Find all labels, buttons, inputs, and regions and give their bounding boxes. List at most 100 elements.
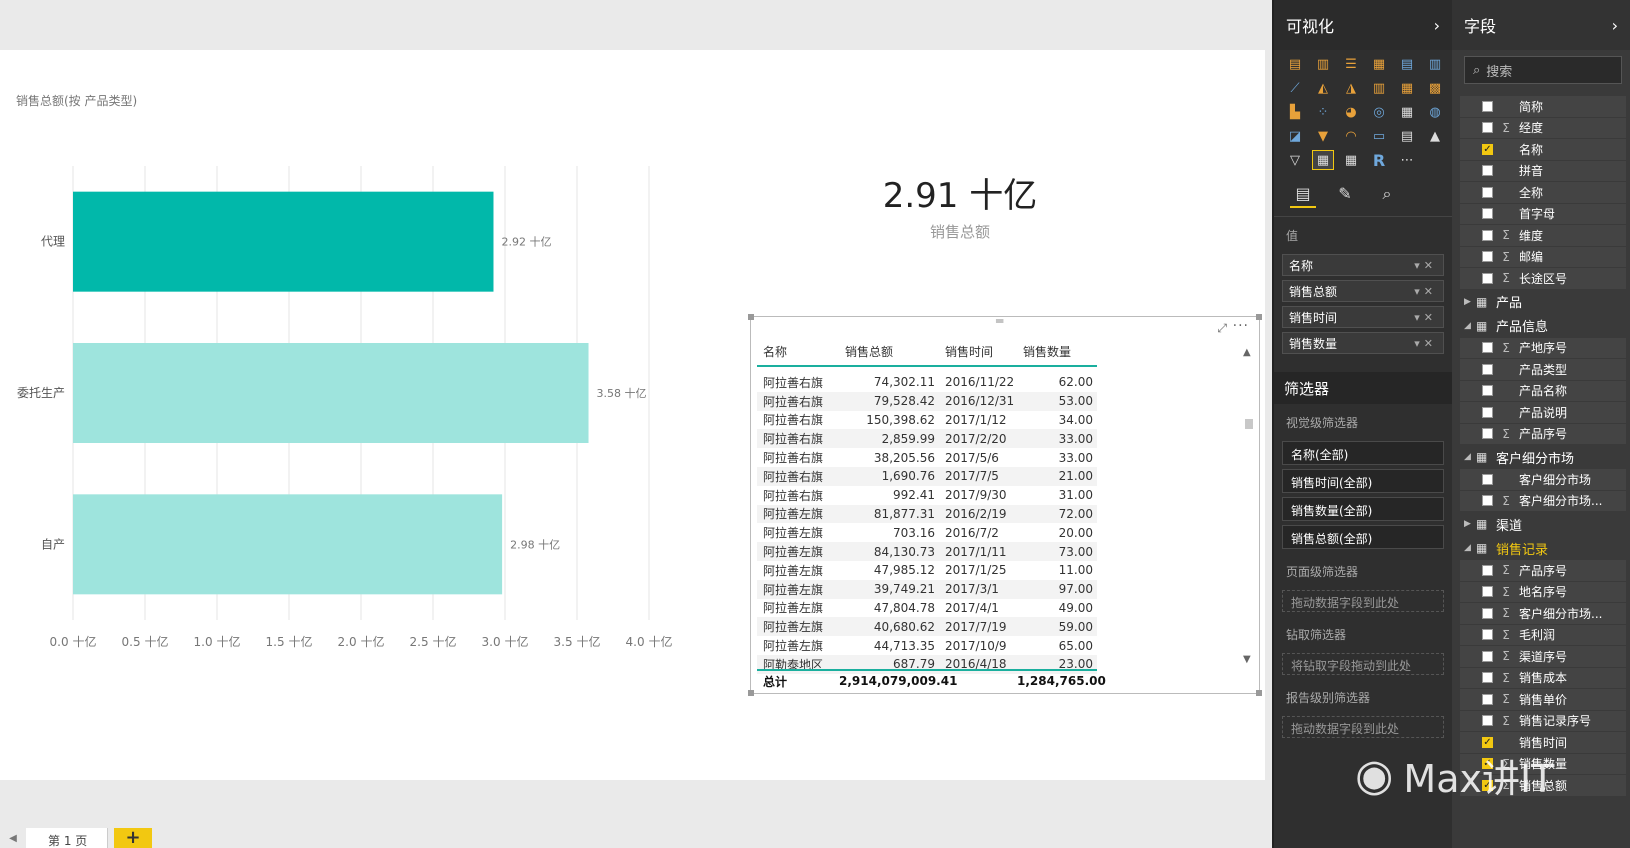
value-well-item[interactable]: 销售数量 ▾✕ [1282, 332, 1444, 354]
table-row[interactable]: 阿拉善右旗 79,528.42 2016/12/31 53.00 [757, 391, 1097, 411]
field-checkbox[interactable]: ✓ [1482, 143, 1493, 155]
treemap-icon[interactable]: ▦ [1396, 102, 1418, 122]
field-checkbox[interactable] [1482, 251, 1493, 263]
resize-handle[interactable] [1256, 690, 1262, 696]
table-row[interactable]: 阿拉善左旗 47,985.12 2017/1/25 11.00 [757, 561, 1097, 580]
field-table[interactable]: ▶ ▦ 产品 [1460, 290, 1626, 314]
field-checkbox[interactable] [1482, 672, 1493, 684]
expand-arrow-icon[interactable]: ▶ [1464, 519, 1476, 529]
table-icon[interactable]: ▦ [1312, 150, 1334, 170]
table-scrollbar[interactable]: ▲ ▼ [1243, 347, 1253, 665]
field-item[interactable]: Σ 销售成本 [1460, 667, 1626, 689]
visual-filter-item[interactable]: 销售时间(全部) [1282, 469, 1444, 493]
report-filter-drop-zone[interactable]: 拖动数据字段到此处 [1282, 716, 1444, 738]
field-table[interactable]: ◢ ▦ 销售记录 [1460, 536, 1626, 560]
field-item[interactable]: 首字母 [1460, 203, 1626, 225]
line-column-icon[interactable]: ▥ [1368, 78, 1390, 98]
table-row[interactable]: 阿拉善左旗 703.16 2016/7/2 20.00 [757, 523, 1097, 542]
field-item[interactable]: Σ 维度 [1460, 225, 1626, 247]
field-item[interactable]: Σ 客户细分市场... [1460, 603, 1626, 625]
collapse-chevron-icon[interactable]: › [1434, 16, 1440, 35]
clustered-bar-icon[interactable]: ☰ [1340, 54, 1362, 74]
field-checkbox[interactable]: ✓ [1482, 736, 1493, 748]
field-checkbox[interactable] [1482, 385, 1493, 397]
collapse-arrow-icon[interactable]: ◢ [1464, 321, 1476, 331]
matrix-icon[interactable]: ▦ [1340, 150, 1362, 170]
line-stacked-column-icon[interactable]: ▦ [1396, 78, 1418, 98]
collapse-arrow-icon[interactable]: ◢ [1464, 543, 1476, 553]
filled-map-icon[interactable]: ◪ [1284, 126, 1306, 146]
field-item[interactable]: Σ 长途区号 [1460, 268, 1626, 290]
bar-委托生产[interactable] [73, 343, 589, 443]
field-item[interactable]: Σ 销售记录序号 [1460, 710, 1626, 732]
card-icon[interactable]: ▭ [1368, 126, 1390, 146]
add-page-button[interactable]: + [114, 828, 152, 848]
donut-chart-icon[interactable]: ◎ [1368, 102, 1390, 122]
visual-filter-item[interactable]: 销售数量(全部) [1282, 497, 1444, 521]
stacked-bar-icon[interactable]: ▤ [1284, 54, 1306, 74]
table-row[interactable]: 阿拉善右旗 992.41 2017/9/30 31.00 [757, 486, 1097, 505]
ribbon-chart-icon[interactable]: ▩ [1424, 78, 1446, 98]
gauge-icon[interactable]: ◠ [1340, 126, 1362, 146]
pie-chart-icon[interactable]: ◕ [1340, 102, 1362, 122]
value-well-item[interactable]: 销售总额 ▾✕ [1282, 280, 1444, 302]
field-item[interactable]: 产品说明 [1460, 402, 1626, 424]
dropdown-remove-icon[interactable]: ▾✕ [1414, 285, 1437, 298]
table-visual[interactable]: ═ ⤢ ··· 名称 销售总额 销售时间 销售数量 阿拉善右旗 74,302.11… [748, 314, 1262, 696]
visual-filter-item[interactable]: 名称(全部) [1282, 441, 1444, 465]
more-visuals-icon[interactable]: ⋯ [1396, 150, 1418, 170]
col-header-sales-qty[interactable]: 销售数量 [1017, 343, 1097, 365]
drag-grip-icon[interactable]: ═ [996, 315, 1003, 327]
field-item[interactable]: Σ 产地序号 [1460, 337, 1626, 359]
field-checkbox[interactable] [1482, 122, 1493, 134]
dropdown-remove-icon[interactable]: ▾✕ [1414, 311, 1437, 324]
map-icon[interactable]: ◍ [1424, 102, 1446, 122]
field-table[interactable]: ▶ ▦ 渠道 [1460, 512, 1626, 536]
field-checkbox[interactable] [1482, 229, 1493, 241]
field-checkbox[interactable] [1482, 272, 1493, 284]
field-checkbox[interactable] [1482, 564, 1493, 576]
field-item[interactable]: 产品名称 [1460, 380, 1626, 402]
line-chart-icon[interactable]: ⟋ [1284, 78, 1306, 98]
resize-handle[interactable] [748, 314, 754, 320]
card-visual[interactable]: 2.91 十亿 销售总额 [820, 168, 1100, 242]
field-checkbox[interactable] [1482, 406, 1493, 418]
table-row[interactable]: 阿拉善左旗 81,877.31 2016/2/19 72.00 [757, 504, 1097, 524]
field-checkbox[interactable] [1482, 100, 1493, 112]
clustered-column-icon[interactable]: ▦ [1368, 54, 1390, 74]
drill-filter-drop-zone[interactable]: 将钻取字段拖动到此处 [1282, 653, 1444, 675]
scroll-up-icon[interactable]: ▲ [1243, 347, 1251, 358]
dropdown-remove-icon[interactable]: ▾✕ [1414, 337, 1437, 350]
field-item[interactable]: Σ 客户细分市场... [1460, 490, 1626, 512]
resize-handle[interactable] [748, 690, 754, 696]
field-item[interactable]: Σ 渠道序号 [1460, 646, 1626, 668]
format-tab-icon[interactable]: ✎ [1332, 184, 1358, 208]
table-row[interactable]: 阿拉善左旗 47,804.78 2017/4/1 49.00 [757, 599, 1097, 618]
table-row[interactable]: 阿拉善右旗 150,398.62 2017/1/12 34.00 [757, 411, 1097, 430]
table-row[interactable]: 阿拉善左旗 44,713.35 2017/10/9 65.00 [757, 636, 1097, 655]
stacked-area-icon[interactable]: ◮ [1340, 78, 1362, 98]
table-row[interactable]: 阿拉善左旗 84,130.73 2017/1/11 73.00 [757, 542, 1097, 561]
field-item[interactable]: Σ 邮编 [1460, 246, 1626, 268]
collapse-chevron-icon[interactable]: › [1612, 16, 1618, 35]
more-options-icon[interactable]: ··· [1233, 318, 1249, 334]
fields-tab-icon[interactable]: ▤ [1290, 184, 1316, 208]
fields-search-input[interactable]: ⌕ 搜索 [1464, 56, 1622, 84]
field-checkbox[interactable] [1482, 473, 1493, 485]
kpi-icon[interactable]: ▲ [1424, 126, 1446, 146]
expand-arrow-icon[interactable]: ▶ [1464, 297, 1476, 307]
scroll-down-icon[interactable]: ▼ [1243, 654, 1251, 665]
field-item[interactable]: 产品类型 [1460, 359, 1626, 381]
table-row[interactable]: 阿拉善右旗 38,205.56 2017/5/6 33.00 [757, 448, 1097, 467]
field-checkbox[interactable] [1482, 715, 1493, 727]
field-item[interactable]: 拼音 [1460, 160, 1626, 182]
col-header-sales-time[interactable]: 销售时间 [939, 343, 1017, 365]
table-row[interactable]: 阿拉善右旗 1,690.76 2017/7/5 21.00 [757, 466, 1097, 486]
field-checkbox[interactable] [1482, 607, 1493, 619]
table-row[interactable]: 阿拉善左旗 39,749.21 2017/3/1 97.00 [757, 579, 1097, 599]
field-item[interactable]: 客户细分市场 [1460, 469, 1626, 491]
analytics-tab-icon[interactable]: ⌕ [1374, 184, 1400, 208]
funnel-icon[interactable]: ▼ [1312, 126, 1334, 146]
table-row[interactable]: 阿拉善右旗 2,859.99 2017/2/20 33.00 [757, 429, 1097, 449]
slicer-icon[interactable]: ▽ [1284, 150, 1306, 170]
